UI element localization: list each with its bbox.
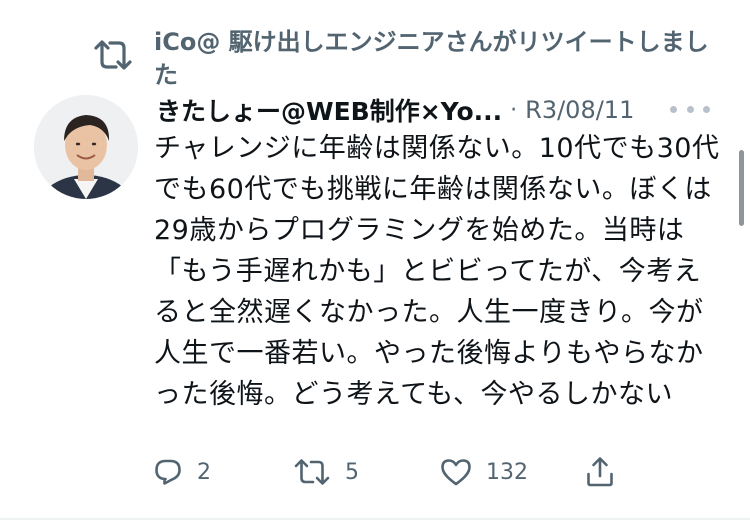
tweet-actions: 2 5 132 bbox=[153, 450, 623, 494]
more-options-icon[interactable] bbox=[670, 96, 710, 122]
scrollbar-thumb[interactable] bbox=[739, 150, 744, 226]
retweet-context-icon bbox=[91, 38, 135, 72]
retweet-icon bbox=[293, 457, 331, 487]
retweeted-by-text[interactable]: iCo@ 駆け出しエンジニアさんがリツイートしました bbox=[154, 26, 722, 92]
author-name[interactable]: きたしょー@WEB制作×Yo... bbox=[156, 92, 502, 128]
like-count: 132 bbox=[486, 459, 528, 485]
author-avatar[interactable] bbox=[34, 95, 138, 199]
header-separator: · bbox=[510, 97, 518, 123]
retweet-context: iCo@ 駆け出しエンジニアさんがリツイートしました bbox=[92, 26, 722, 92]
reply-icon bbox=[153, 457, 183, 487]
share-button[interactable] bbox=[585, 450, 615, 494]
tweet-text: チャレンジに年齢は関係ない。10代でも30代でも60代でも挑戦に年齢は関係ない。… bbox=[154, 133, 720, 410]
tweet-timeline-item[interactable]: iCo@ 駆け出しエンジニアさんがリツイートしました きたしょー@WEB制作×Y… bbox=[0, 0, 750, 520]
share-icon bbox=[585, 456, 615, 488]
heart-icon bbox=[440, 457, 472, 487]
retweet-button[interactable]: 5 bbox=[293, 450, 359, 494]
reply-button[interactable]: 2 bbox=[153, 450, 211, 494]
reply-count: 2 bbox=[197, 459, 211, 485]
like-button[interactable]: 132 bbox=[440, 450, 528, 494]
tweet-header: きたしょー@WEB制作×Yo... · R3/08/11 bbox=[156, 92, 716, 128]
retweet-count: 5 bbox=[345, 459, 359, 485]
tweet-date[interactable]: R3/08/11 bbox=[525, 96, 634, 124]
